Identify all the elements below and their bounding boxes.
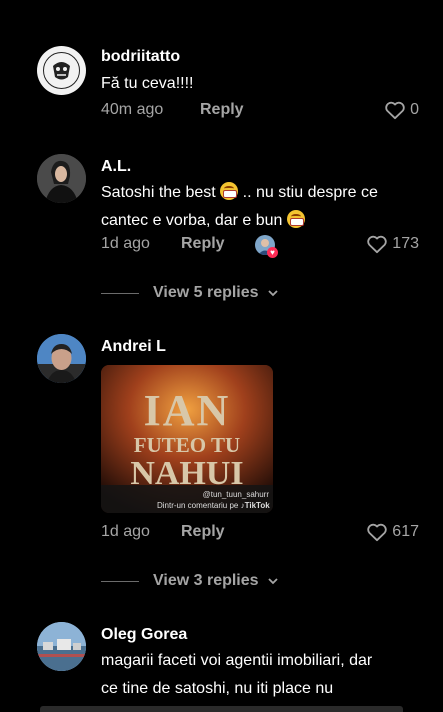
liked-heart-badge-icon: ♥	[267, 247, 278, 258]
timestamp: 40m ago	[101, 101, 164, 118]
grimace-emoji-icon	[286, 210, 305, 228]
image-headline: IAN	[143, 386, 231, 435]
tattoo-logo-icon	[38, 47, 85, 94]
grimace-emoji-icon	[220, 182, 239, 200]
user-photo-icon	[37, 622, 86, 671]
comment-meta: 1d ago Reply ♥ 173	[101, 233, 419, 258]
view-replies-button[interactable]: View 3 replies	[101, 571, 279, 591]
like-count: 617	[392, 523, 419, 540]
divider-line	[101, 292, 139, 294]
like-count: 173	[392, 235, 419, 252]
like-button[interactable]: 617	[366, 521, 419, 543]
image-headline-2: NAHUI	[130, 455, 244, 492]
divider-line	[101, 580, 139, 582]
image-caption: Dintr-un comentariu pe ♪TikTok	[157, 501, 270, 510]
bottom-input-bar[interactable]	[40, 706, 403, 712]
avatar[interactable]	[37, 46, 86, 95]
comment-text: Fă tu ceva!!!!	[101, 75, 194, 92]
heart-icon	[385, 101, 405, 120]
view-replies-label: View 3 replies	[153, 572, 259, 589]
avatar[interactable]	[37, 154, 86, 203]
comment-text: magarii faceti voi agentii imobiliari, d…	[101, 652, 373, 697]
comment-meta: 40m ago Reply 0	[101, 101, 419, 123]
reply-button[interactable]: Reply	[181, 523, 225, 541]
user-photo-icon	[37, 334, 86, 383]
avatar[interactable]	[37, 622, 86, 671]
image-handle: @tun_tuun_sahurr	[202, 490, 269, 499]
view-replies-label: View 5 replies	[153, 284, 259, 301]
username[interactable]: A.L.	[101, 158, 131, 176]
like-count: 0	[410, 101, 419, 118]
heart-icon	[367, 235, 388, 254]
timestamp: 1d ago	[101, 523, 150, 540]
comment-text: Satoshi the best .. nu stiu despre ce ca…	[101, 182, 378, 229]
heart-icon	[367, 523, 388, 542]
like-button[interactable]: 173	[366, 233, 419, 255]
chevron-down-icon	[267, 290, 278, 297]
reply-button[interactable]: Reply	[181, 235, 225, 253]
avatar[interactable]	[37, 334, 86, 383]
comment-image[interactable]: IAN FUTEO TU NAHUI @tun_tuun_sahurr Dint…	[101, 365, 273, 513]
view-replies-button[interactable]: View 5 replies	[101, 283, 279, 303]
comment-meta: 1d ago Reply 617	[101, 523, 419, 545]
username[interactable]: Oleg Gorea	[101, 626, 187, 644]
like-button[interactable]: 0	[384, 99, 419, 121]
reply-button[interactable]: Reply	[200, 101, 244, 119]
username[interactable]: bodriitatto	[101, 48, 180, 66]
timestamp: 1d ago	[101, 235, 150, 252]
chevron-down-icon	[267, 578, 278, 585]
user-photo-icon	[37, 154, 86, 203]
username[interactable]: Andrei L	[101, 338, 166, 356]
